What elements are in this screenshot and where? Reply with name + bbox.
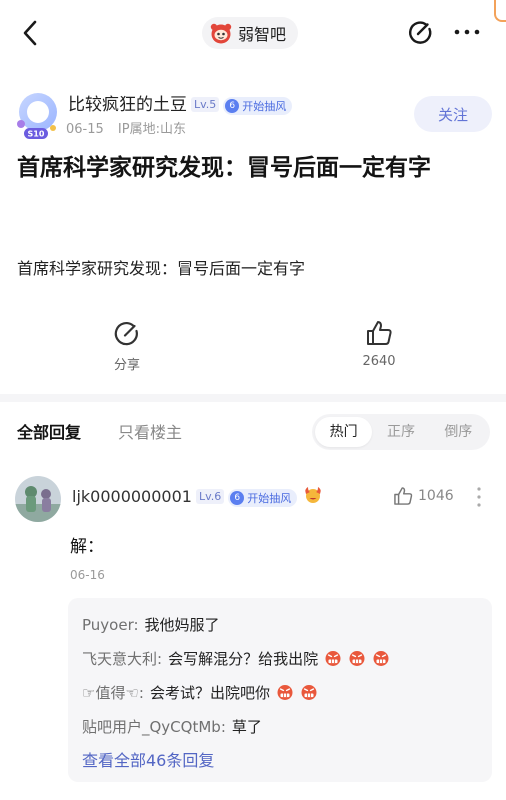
sub-replies-box[interactable]: Puyoer: 我他妈服了 飞天意大利: 会写解混分？给我出院 ☞值得☜: 会考试？出… [68,598,492,782]
post-meta: 06-15 IP属地:山东 [66,118,186,137]
post-author: S10 比较疯狂的土豆 Lv.5 6 开始抽风 06-15 IP属地:山东 关注 [12,88,506,140]
more-vertical-icon [477,487,481,507]
reply-content: 解： [70,537,104,557]
tab-all-replies[interactable]: 全部回复 [17,419,81,443]
rank-number: 6 [225,99,240,113]
sub-reply: 飞天意大利: 会写解混分？给我出院 [82,642,478,676]
reply-level-badge: Lv.6 [195,489,225,504]
back-button[interactable] [18,18,46,48]
rank-title: 开始抽风 [242,100,287,113]
reply-date: 06-16 [70,568,105,582]
more-horizontal-icon [454,29,480,35]
view-all-replies-link[interactable]: 查看全部46条回复 [82,744,478,778]
forum-logo-icon [210,23,232,44]
author-name[interactable]: 比较疯狂的土豆 [68,95,187,115]
share-label: 分享 [113,358,140,373]
reply-rank-badge: 6 开始抽风 [228,489,298,507]
reply-rank-number: 6 [230,491,245,505]
top-bar: 弱智吧 [0,0,506,68]
forum-pill[interactable]: 弱智吧 [202,17,299,49]
sort-hot[interactable]: 热门 [315,417,373,447]
reply-avatar[interactable] [15,476,61,522]
reply-like-count: 1046 [418,488,454,504]
sub-reply-colon: : [220,718,226,736]
reply-tabs: 全部回复 只看楼主 热门 正序 倒序 [0,412,506,452]
follow-button[interactable]: 关注 [414,96,492,132]
post-title: 首席科学家研究发现：冒号后面一定有字 [17,155,431,181]
sub-reply-text: 草了 [231,718,262,736]
reply-rank-title: 开始抽风 [247,492,292,505]
sub-reply-colon: : [138,684,144,702]
emoji-group [270,684,318,702]
angry-face-emoji-icon [325,651,341,666]
share-icon [114,322,138,346]
sub-reply-text: 会考试？出院吧你 [149,684,270,702]
sub-reply-user[interactable]: Puyoer [82,616,133,634]
author-avatar[interactable]: S10 [12,90,62,140]
thumbs-up-icon [394,487,413,505]
post-body: 首席科学家研究发现：冒号后面一定有字 [17,259,306,278]
reply-username[interactable]: ljk0000000001 [72,487,192,506]
angry-face-emoji-icon [277,685,293,700]
rank-badge: 6 开始抽风 [223,97,293,115]
sort-toggle: 热门 正序 倒序 [312,414,490,450]
orange-corner-mark [494,0,506,22]
sub-reply: 贴吧用户_QyCQtMb: 草了 [82,710,478,744]
post-date: 06-15 [66,122,104,137]
sub-reply-user[interactable]: 贴吧用户_QyCQtMb [82,718,221,736]
sub-reply-colon: : [133,616,139,634]
more-button[interactable] [452,22,482,42]
sort-descending[interactable]: 倒序 [430,417,487,447]
section-divider [0,394,506,402]
emoji-group [318,650,390,668]
sub-reply-colon: : [157,650,163,668]
edit-icon [409,21,432,44]
chevron-left-icon [23,20,37,46]
avatar-badge-text: S10 [28,130,45,139]
fire-emoji-icon [305,487,321,503]
share-button[interactable]: 分享 [82,318,172,373]
sub-reply-user[interactable]: 飞天意大利 [82,650,157,668]
reply-like-button[interactable]: 1046 [392,485,454,507]
like-count: 2640 [362,354,396,369]
level-badge: Lv.5 [191,97,220,112]
thumbs-up-icon [367,321,392,345]
edit-button[interactable] [406,18,434,46]
sub-reply-text: 会写解混分？给我出院 [168,650,319,668]
angry-face-emoji-icon [301,685,317,700]
like-button[interactable]: 2640 [334,318,424,369]
sort-ascending[interactable]: 正序 [372,417,429,447]
sub-reply: Puyoer: 我他妈服了 [82,608,478,642]
tab-op-only[interactable]: 只看楼主 [118,419,182,443]
reply-user-line: ljk0000000001 Lv.6 6 开始抽风 [72,486,323,507]
ip-location: IP属地:山东 [117,122,186,137]
forum-name: 弱智吧 [238,25,287,44]
angry-face-emoji-icon [349,651,365,666]
reply-more-button[interactable] [474,486,484,508]
author-name-line: 比较疯狂的土豆 Lv.5 6 开始抽风 [68,90,293,115]
sub-reply-text: 我他妈服了 [144,616,220,634]
sub-reply-user[interactable]: ☞值得☜ [82,684,139,702]
angry-face-emoji-icon [373,651,389,666]
sub-reply: ☞值得☜: 会考试？出院吧你 [82,676,478,710]
